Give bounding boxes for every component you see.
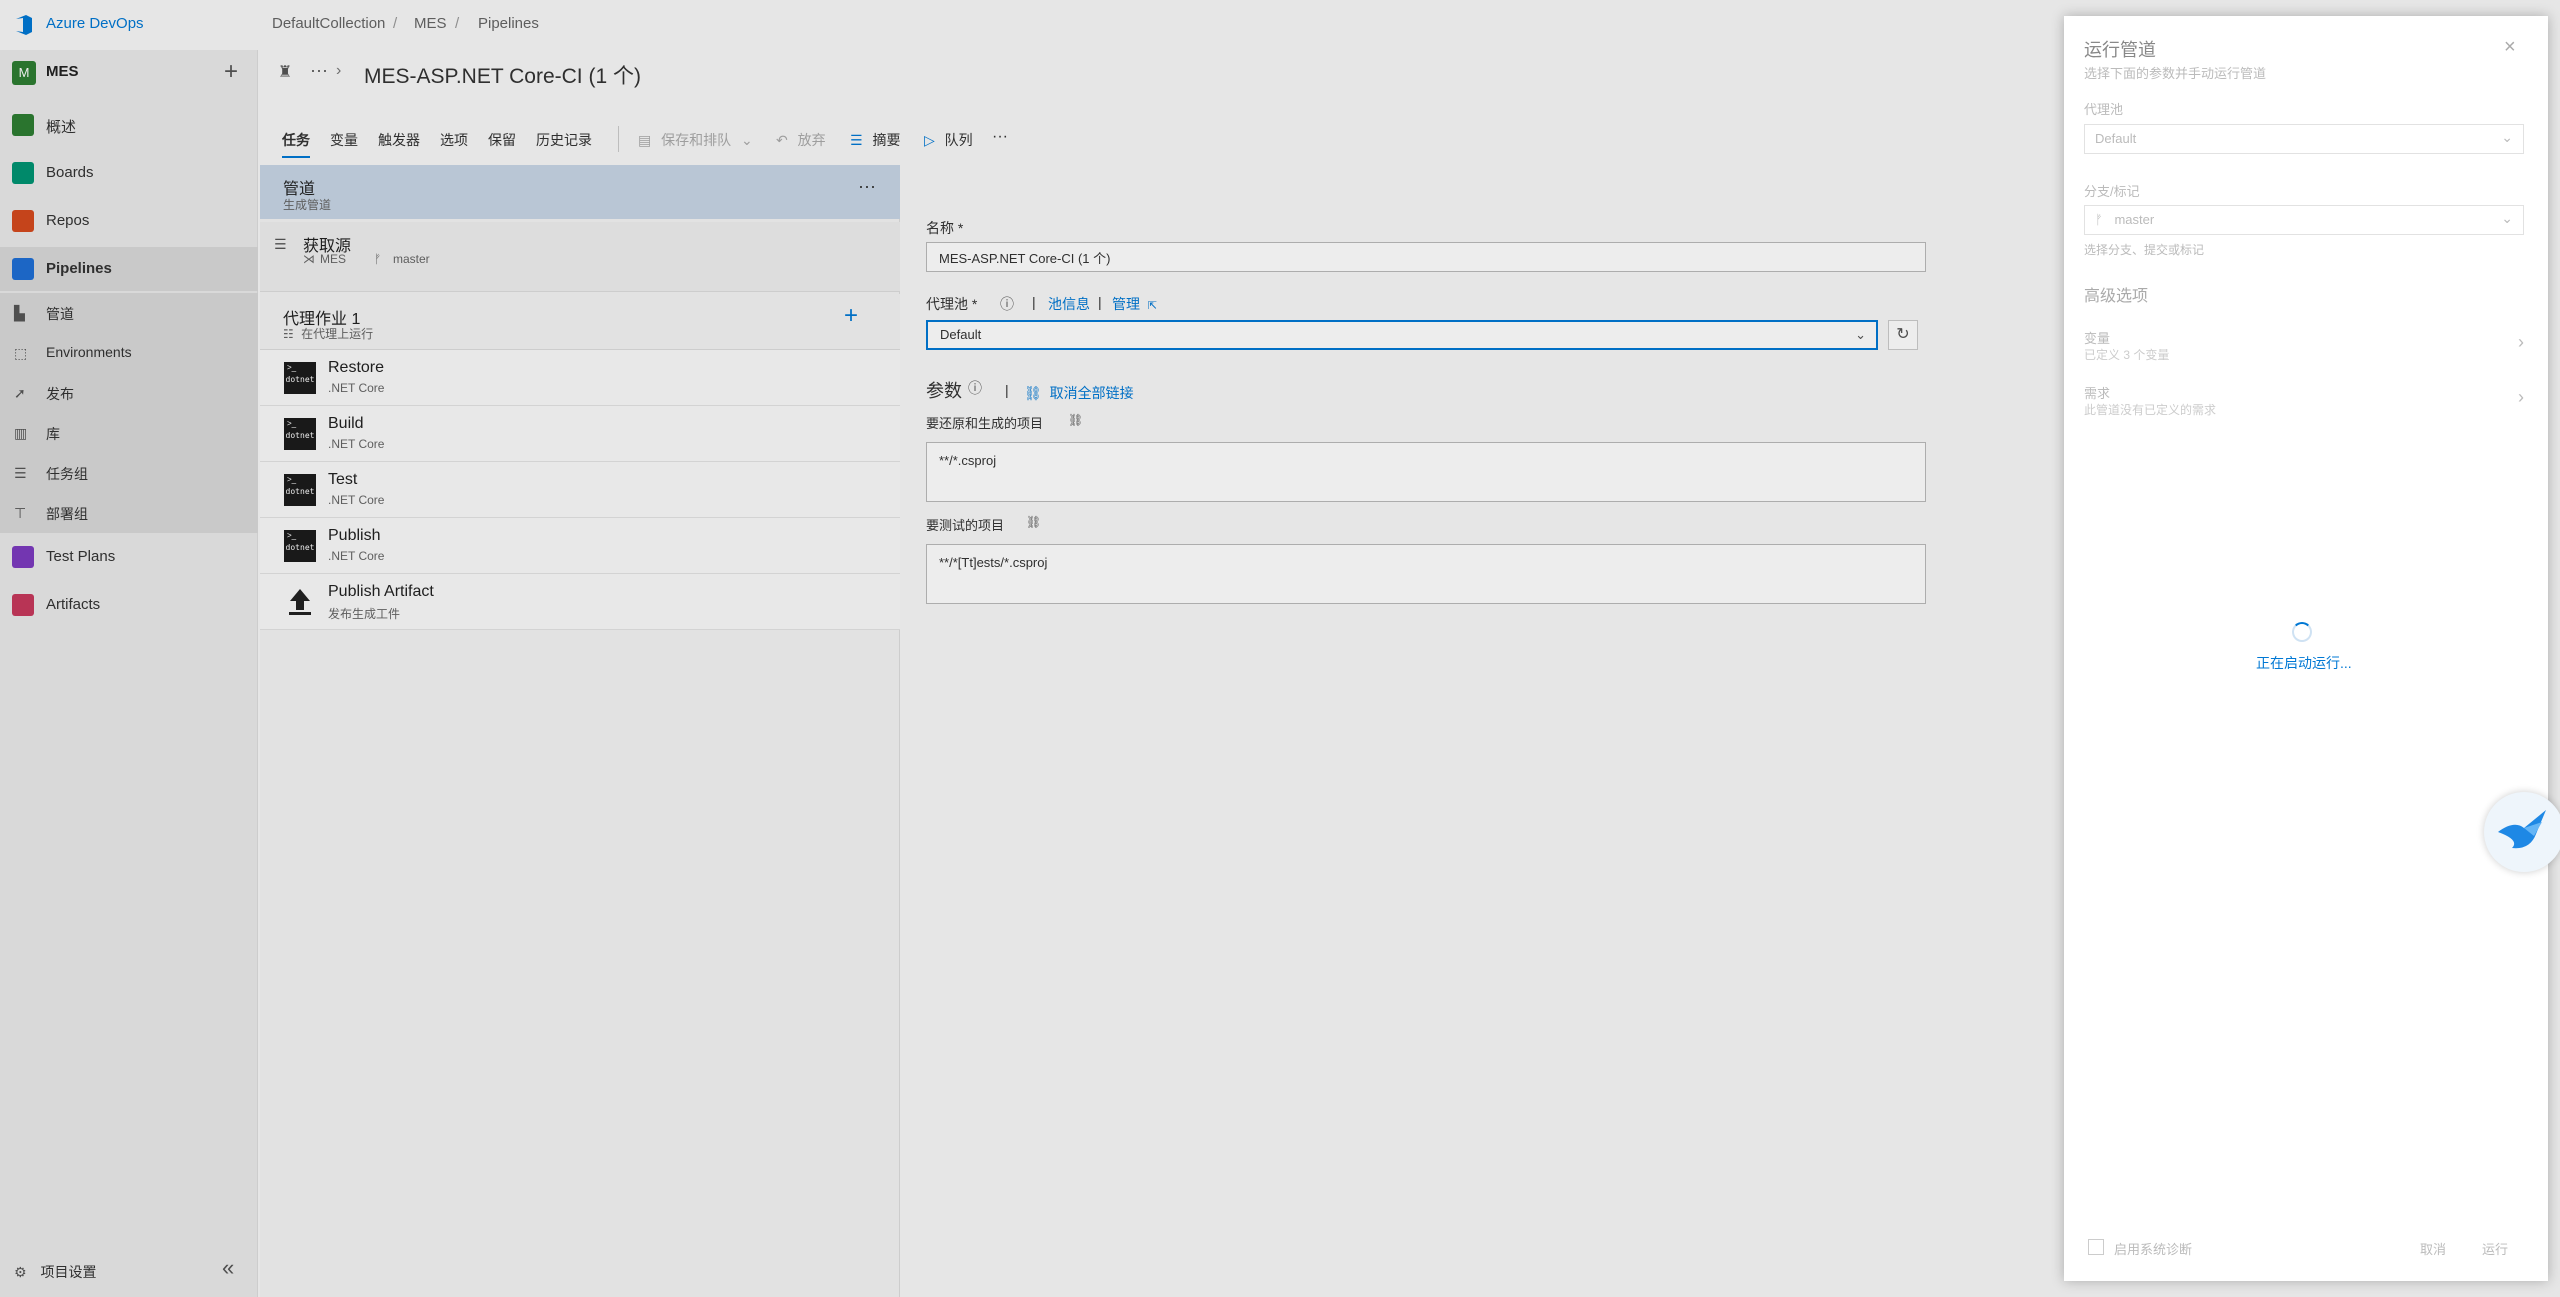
dialog-branch-value: master (2114, 212, 2155, 227)
system-diagnostics-checkbox[interactable] (2088, 1239, 2104, 1255)
dialog-subtitle: 选择下面的参数并手动运行管道 (2084, 66, 2267, 81)
loading-spinner-icon (2292, 622, 2312, 642)
dialog-branch-label: 分支/标记 (2084, 184, 2140, 199)
dialog-branch-hint: 选择分支、提交或标记 (2084, 243, 2205, 257)
chevron-right-icon: › (2518, 387, 2524, 407)
assistant-bird-icon[interactable] (2484, 792, 2560, 872)
close-icon[interactable]: × (2504, 36, 2516, 59)
starting-run-text: 正在启动运行... (2256, 655, 2352, 671)
variables-row[interactable]: 变量 已定义 3 个变量 › (2084, 328, 2524, 372)
chevron-down-icon: ⌄ (2501, 129, 2513, 145)
variables-subtitle: 已定义 3 个变量 (2084, 348, 2170, 362)
cancel-button[interactable]: 取消 (2420, 1239, 2446, 1258)
variables-title: 变量 (2084, 331, 2111, 346)
dialog-pool-value: Default (2095, 131, 2137, 146)
run-button[interactable]: 运行 (2482, 1239, 2508, 1258)
advanced-options-heading: 高级选项 (2084, 288, 2149, 305)
bird-icon (2498, 810, 2546, 849)
dialog-title: 运行管道 (2084, 40, 2156, 60)
dialog-pool-label: 代理池 (2084, 102, 2124, 117)
dialog-pool-select[interactable]: Default ⌄ (2084, 124, 2524, 154)
dialog-branch-select[interactable]: ᚠ master ⌄ (2084, 205, 2524, 235)
demands-row[interactable]: 需求 此管道没有已定义的需求 › (2084, 383, 2524, 427)
branch-icon: ᚠ (2095, 212, 2103, 227)
demands-subtitle: 此管道没有已定义的需求 (2084, 403, 2217, 417)
chevron-down-icon: ⌄ (2501, 210, 2513, 226)
chevron-right-icon: › (2518, 332, 2524, 352)
demands-title: 需求 (2084, 386, 2111, 401)
system-diagnostics-label: 启用系统诊断 (2114, 1242, 2193, 1257)
